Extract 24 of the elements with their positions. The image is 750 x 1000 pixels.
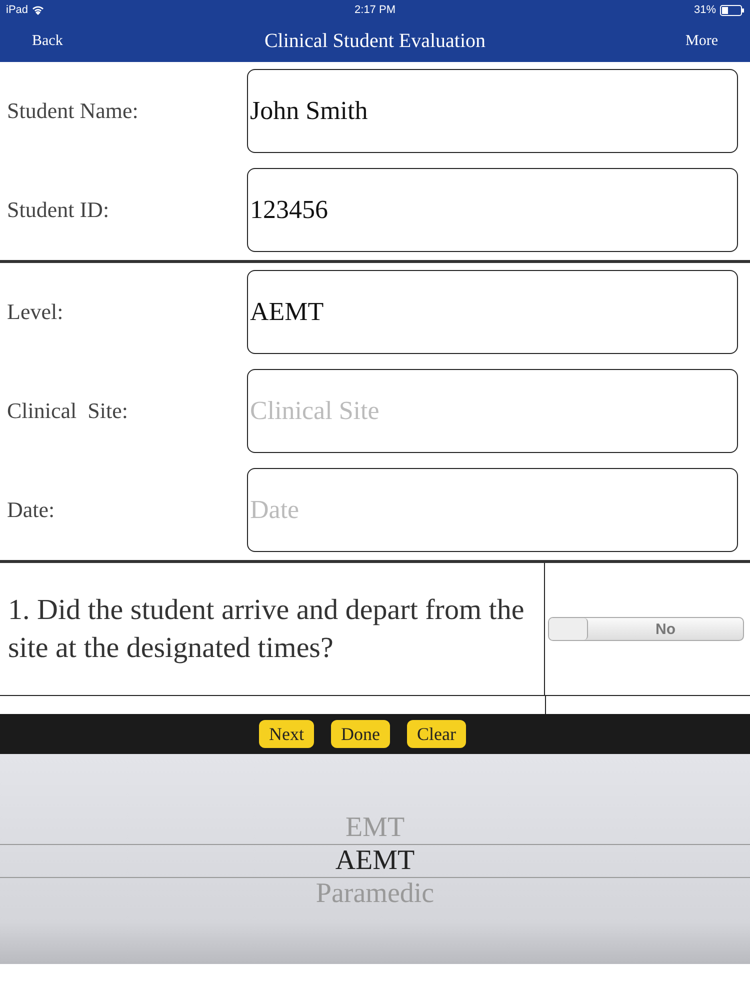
wifi-icon [32, 5, 44, 15]
field-label: Student ID: [6, 197, 110, 223]
battery-percent: 31% [694, 4, 716, 16]
picker-option[interactable]: AEMT [0, 844, 750, 878]
field-label: Level: [6, 299, 64, 325]
question-text: 1. Did the student arrive and depart from the site at the designated times? [0, 563, 545, 695]
input-field[interactable]: 123456 [247, 168, 738, 252]
input-field[interactable]: John Smith [247, 69, 738, 153]
toolbar-button[interactable]: Done [331, 720, 390, 748]
field-label: Student Name: [6, 98, 140, 124]
toggle-switch[interactable]: No [548, 617, 744, 641]
screen-title: Clinical Student Evaluation [264, 30, 486, 52]
clock: 2:17 PM [354, 4, 396, 16]
battery-icon [720, 4, 744, 16]
device-name: iPad [6, 4, 28, 16]
input-field[interactable]: AEMT [247, 270, 738, 354]
toolbar-button[interactable]: Clear [407, 720, 466, 748]
more-button[interactable]: More [658, 32, 718, 50]
field-label: Date: [6, 497, 56, 523]
field-label: Clinical Site: [6, 398, 129, 424]
toolbar-button[interactable]: Next [259, 720, 314, 748]
input-field[interactable]: Date [247, 468, 738, 552]
back-button[interactable]: Back [32, 32, 92, 50]
input-field[interactable]: Clinical Site [247, 369, 738, 453]
